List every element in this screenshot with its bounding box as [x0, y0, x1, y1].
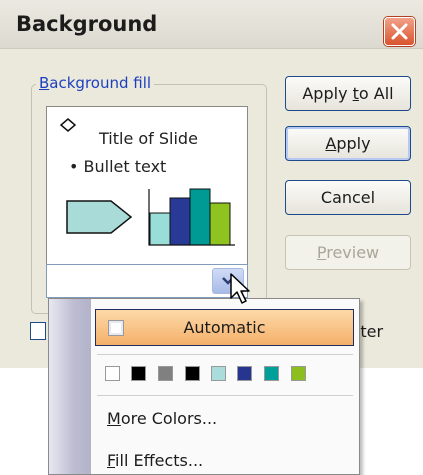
color-swatch-light-teal[interactable] [211, 366, 226, 381]
close-x-icon [391, 23, 408, 40]
color-dropdown-menu: Automatic More Colors... Fill Effects... [48, 298, 360, 475]
preview-button[interactable]: Preview [285, 235, 411, 270]
bar-2 [169, 197, 191, 246]
mouse-pointer-icon [230, 273, 250, 304]
fill-effects-item[interactable]: Fill Effects... [107, 451, 203, 470]
title-bar[interactable]: Background [0, 0, 423, 49]
fill-color-combo[interactable] [46, 264, 248, 298]
color-swatch-gray[interactable] [158, 366, 173, 381]
preview-bar-chart [148, 188, 235, 246]
color-swatch-teal[interactable] [264, 366, 279, 381]
close-button[interactable] [384, 17, 415, 46]
bar-3 [189, 188, 211, 246]
cancel-button[interactable]: Cancel [285, 180, 411, 215]
more-colors-item[interactable]: More Colors... [107, 409, 217, 428]
menu-side-strip [49, 299, 91, 474]
preview-arrow-shape [66, 200, 133, 234]
apply-to-all-button[interactable]: Apply to All [285, 76, 411, 111]
bar-4 [209, 202, 231, 246]
preview-title-text: Title of Slide [99, 129, 198, 148]
apply-button[interactable]: Apply [285, 126, 411, 161]
color-swatch-navy[interactable] [237, 366, 252, 381]
color-swatch-black-2[interactable] [185, 366, 200, 381]
automatic-label: Automatic [183, 318, 266, 337]
background-fill-label: Background fill [36, 74, 155, 92]
preview-bullet-text: • Bullet text [69, 157, 167, 176]
bar-1 [149, 212, 171, 246]
menu-separator [97, 354, 353, 355]
automatic-color-option[interactable]: Automatic [95, 309, 354, 346]
color-swatch-black[interactable] [131, 366, 146, 381]
color-swatch-green[interactable] [291, 366, 306, 381]
diamond-bullet-icon [59, 118, 77, 132]
omit-master-checkbox[interactable] [30, 322, 46, 340]
menu-separator-2 [97, 395, 353, 396]
color-swatch-white[interactable] [105, 366, 120, 381]
slide-preview: Title of Slide • Bullet text [46, 106, 248, 280]
dialog-title: Background [16, 12, 158, 36]
